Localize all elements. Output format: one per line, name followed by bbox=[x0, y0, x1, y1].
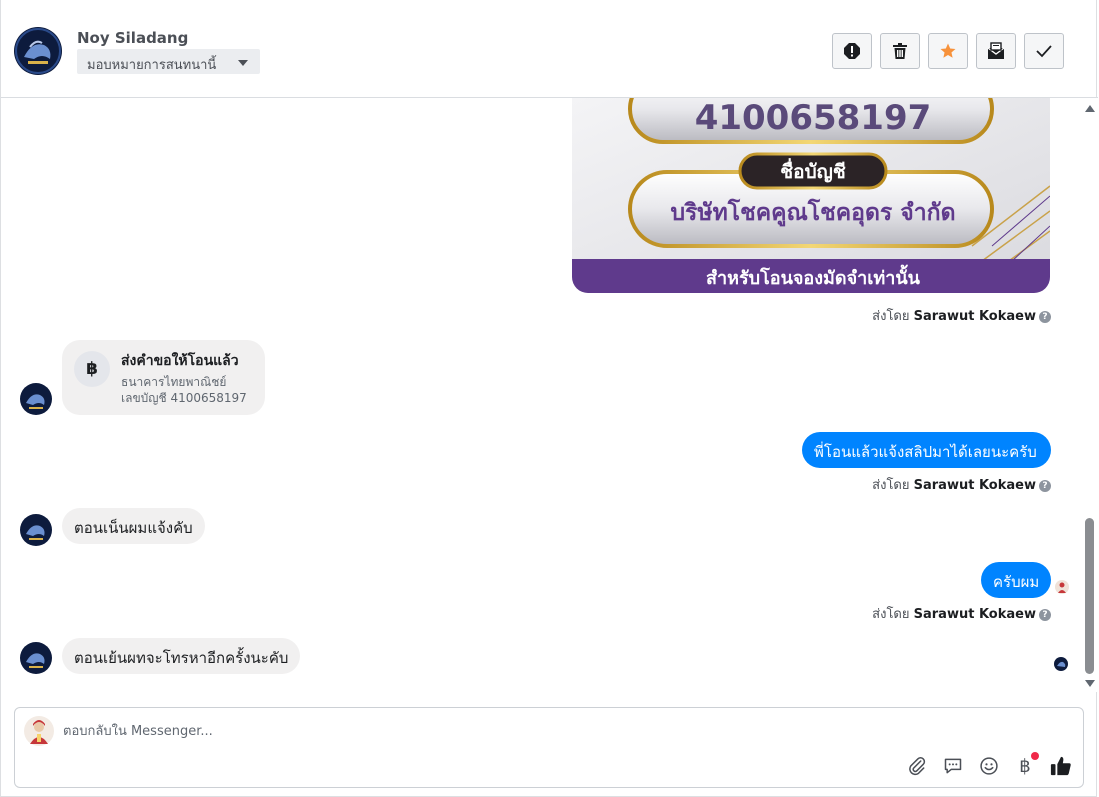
contact-name[interactable]: Noy Siladang bbox=[77, 29, 188, 47]
agent-avatar bbox=[24, 716, 54, 746]
card-footer: สำหรับโอนจองมัดจำเท่านั้น bbox=[706, 264, 921, 289]
sent-by-prefix: ส่งโดย bbox=[872, 607, 910, 622]
assign-conversation-dropdown[interactable]: มอบหมายการสนทนานี้ bbox=[77, 49, 260, 74]
help-icon[interactable]: ? bbox=[1039, 479, 1051, 492]
conversation-header: Noy Siladang มอบหมายการสนทนานี้ bbox=[1, 0, 1098, 98]
mark-unread-icon bbox=[987, 42, 1005, 59]
baht-icon: ฿ bbox=[74, 351, 110, 387]
contact-mini-avatar bbox=[20, 642, 52, 674]
reply-input[interactable] bbox=[63, 720, 663, 742]
sent-by-agent[interactable]: Sarawut Kokaew bbox=[914, 607, 1036, 622]
message-bubble-incoming[interactable]: ตอนเน็นผมแจ้งคับ bbox=[62, 508, 205, 544]
thumbs-up-button[interactable] bbox=[1049, 754, 1073, 778]
check-icon bbox=[1036, 45, 1052, 58]
sent-by-label: ส่งโดย Sarawut Kokaew? bbox=[701, 305, 1051, 326]
sent-by-label: ส่งโดย Sarawut Kokaew? bbox=[701, 603, 1051, 624]
scroll-down-arrow-icon[interactable] bbox=[1085, 680, 1095, 687]
sent-by-prefix: ส่งโดย bbox=[872, 309, 910, 324]
delete-button[interactable] bbox=[880, 33, 920, 69]
card-account-number: 4100658197 bbox=[695, 98, 932, 138]
assign-label: มอบหมายการสนทนานี้ bbox=[87, 58, 217, 73]
attach-button[interactable] bbox=[905, 754, 929, 778]
saved-reply-button[interactable] bbox=[941, 754, 965, 778]
thumbs-up-icon bbox=[1050, 756, 1071, 776]
bank-account-image[interactable]: 4100658197 ชื่อบัญชี บริษัทโชคคูณโชคอุดร… bbox=[572, 98, 1050, 293]
message-thread[interactable]: 4100658197 ชื่อบัญชี บริษัทโชคคูณโชคอุดร… bbox=[1, 98, 1082, 700]
thread-scrollbar[interactable] bbox=[1082, 98, 1098, 692]
message-bubble-outgoing[interactable]: พี่โอนแล้วแจ้งสลิปมาได้เลยนะครับ bbox=[802, 432, 1051, 468]
help-icon[interactable]: ? bbox=[1039, 608, 1051, 621]
sent-by-agent[interactable]: Sarawut Kokaew bbox=[914, 309, 1036, 324]
contact-seen-avatar bbox=[1054, 657, 1068, 671]
contact-avatar[interactable] bbox=[14, 27, 62, 75]
contact-mini-avatar bbox=[20, 383, 52, 415]
card-account-name-label: ชื่อบัญชี bbox=[780, 158, 846, 183]
help-icon[interactable]: ? bbox=[1039, 310, 1051, 323]
payment-request-bubble[interactable]: ฿ ส่งคำขอให้โอนแล้ว ธนาคารไทยพาณิชย์ เลข… bbox=[62, 340, 265, 415]
sent-by-label: ส่งโดย Sarawut Kokaew? bbox=[701, 474, 1051, 495]
contact-mini-avatar bbox=[20, 514, 52, 546]
mark-done-button[interactable] bbox=[1024, 33, 1064, 69]
scroll-up-arrow-icon[interactable] bbox=[1085, 105, 1095, 112]
trash-icon bbox=[893, 43, 907, 59]
reply-composer: ฿ bbox=[14, 707, 1084, 788]
alert-icon bbox=[844, 43, 860, 59]
message-bubble-incoming[interactable]: ตอนเย้นผทจะโทรหาอีกครั้งนะคับ bbox=[62, 638, 300, 674]
payment-request-title: ส่งคำขอให้โอนแล้ว bbox=[121, 353, 239, 369]
caret-down-icon bbox=[238, 60, 248, 66]
spam-button[interactable] bbox=[832, 33, 872, 69]
attach-icon bbox=[909, 757, 926, 776]
agent-seen-avatar bbox=[1055, 580, 1069, 594]
emoji-button[interactable] bbox=[977, 754, 1001, 778]
mark-unread-button[interactable] bbox=[976, 33, 1016, 69]
notification-dot bbox=[1031, 752, 1039, 760]
card-account-name: บริษัทโชคคูณโชคอุดร จำกัด bbox=[670, 198, 955, 227]
star-icon bbox=[940, 43, 956, 58]
inbox-conversation-panel: Noy Siladang มอบหมายการสนทนานี้ 41006581… bbox=[0, 0, 1098, 797]
sent-by-agent[interactable]: Sarawut Kokaew bbox=[914, 478, 1036, 493]
payment-button[interactable]: ฿ bbox=[1013, 752, 1039, 778]
payment-request-account: เลขบัญชี 4100658197 bbox=[121, 391, 247, 405]
star-button[interactable] bbox=[928, 33, 968, 69]
baht-payment-icon: ฿ bbox=[1019, 755, 1031, 777]
emoji-icon bbox=[980, 757, 998, 775]
message-bubble-outgoing[interactable]: ครับผม bbox=[981, 562, 1051, 598]
scroll-thumb[interactable] bbox=[1085, 518, 1094, 674]
sent-by-prefix: ส่งโดย bbox=[872, 478, 910, 493]
saved-reply-icon bbox=[944, 758, 962, 774]
